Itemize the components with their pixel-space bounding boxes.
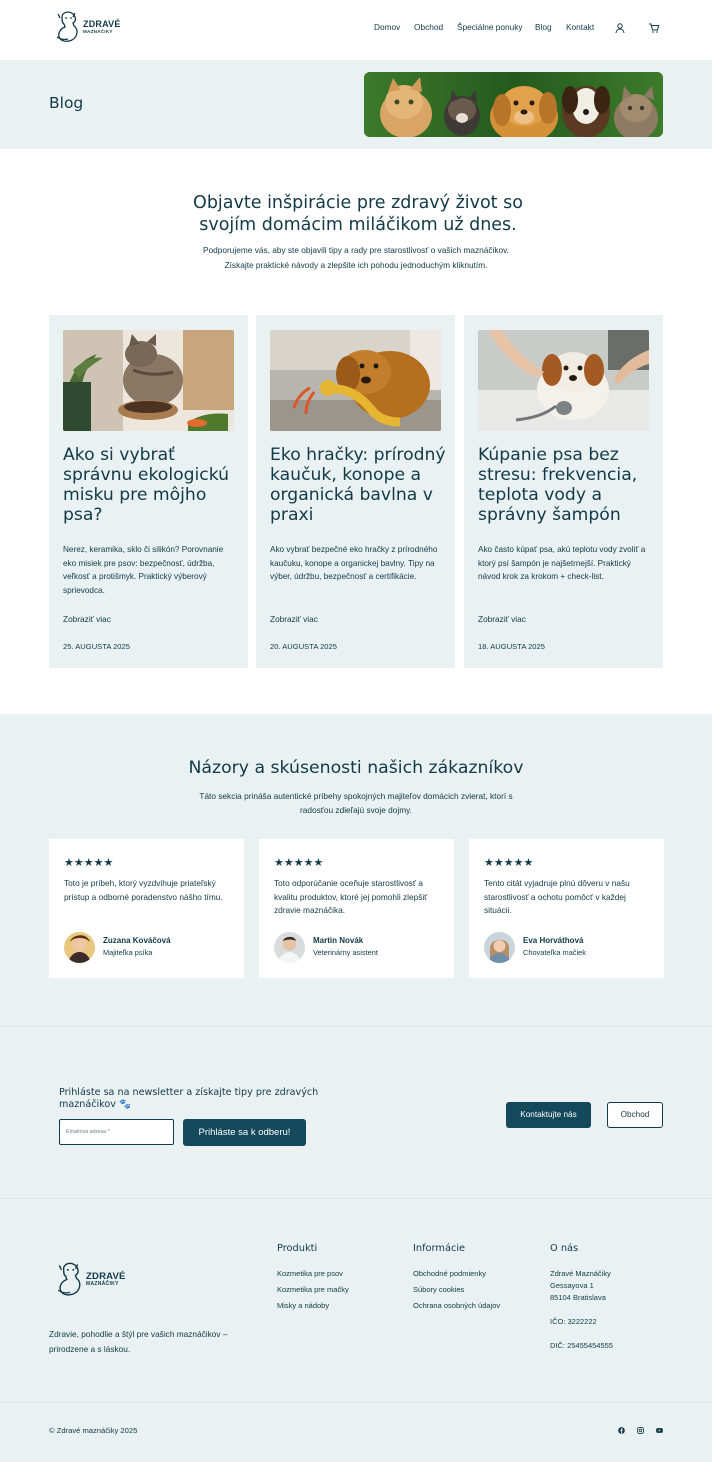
logo-line-2: MAZNÁČIKY: [83, 28, 113, 34]
footer-link[interactable]: Súbory cookies: [413, 1285, 464, 1294]
page-title: Blog: [49, 94, 84, 112]
testimonial-quote: Toto odporúčanie oceňuje starostlivosť a…: [274, 878, 428, 916]
instagram-icon[interactable]: [637, 1427, 644, 1434]
read-more-link[interactable]: Zobraziť viac: [478, 614, 526, 624]
logo-line-2: MAZNÁČIKY: [86, 1281, 119, 1288]
main-nav: Domov Obchod Špeciálne ponuky Blog Konta…: [374, 21, 600, 33]
post-excerpt: Ako vybrať bezpečné eko hračky z prírodn…: [270, 545, 438, 582]
email-input[interactable]: Emailová adresa *: [59, 1119, 174, 1145]
rating-stars: ★★★★★: [64, 856, 114, 869]
post-date: 25. AUGUSTA 2025: [63, 642, 130, 651]
post-title[interactable]: Ako si vybrať správnu ekologickú misku p…: [63, 445, 241, 525]
company-name: Zdravé Maznáčiky: [550, 1269, 611, 1278]
dog-cat-logo-icon: [56, 11, 78, 42]
post-title[interactable]: Kúpanie psa bez stresu: frekvencia, tepl…: [478, 445, 656, 525]
post-excerpt: Nerez, keramika, sklo či silikón? Porovn…: [63, 545, 224, 596]
nav-item-domov[interactable]: Domov: [374, 21, 414, 33]
rating-stars: ★★★★★: [484, 856, 534, 869]
facebook-icon[interactable]: [618, 1427, 625, 1434]
avatar: [484, 932, 515, 963]
contact-button[interactable]: Kontaktujte nás: [506, 1102, 591, 1128]
copyright: © Zdravé maznáčiky 2025: [49, 1426, 138, 1435]
cart-icon[interactable]: [648, 22, 660, 34]
footer-heading-info: Informácie: [413, 1243, 466, 1254]
testimonial-role: Majiteľka psíka: [103, 948, 153, 957]
footer-link[interactable]: Obchodné podmienky: [413, 1269, 486, 1278]
read-more-link[interactable]: Zobraziť viac: [270, 614, 318, 624]
post-image-cat-bowl[interactable]: [63, 330, 234, 431]
footer-heading-about: O nás: [550, 1243, 579, 1254]
testimonial-name: Eva Horváthová: [523, 936, 584, 945]
avatar: [274, 932, 305, 963]
rating-stars: ★★★★★: [274, 856, 324, 869]
logo[interactable]: ZDRAVÉ MAZNÁČIKY: [54, 11, 121, 43]
logo-line-1: ZDRAVÉ: [83, 18, 121, 29]
hero-pets-image: [364, 72, 663, 137]
nav-item-kontakt[interactable]: Kontakt: [566, 21, 600, 33]
site-header: ZDRAVÉ MAZNÁČIKY Domov Obchod Špeciálne …: [0, 0, 712, 60]
shop-button[interactable]: Obchod: [607, 1102, 663, 1128]
footer-link[interactable]: Ochrana osobných údajov: [413, 1301, 500, 1310]
company-dic: DIČ: 25455454555: [550, 1341, 613, 1350]
testimonial-name: Martin Novák: [313, 936, 364, 945]
company-city: 85104 Bratislava: [550, 1293, 606, 1302]
youtube-icon[interactable]: [656, 1427, 663, 1434]
post-image-dog-toy[interactable]: [270, 330, 441, 431]
nav-item-obchod[interactable]: Obchod: [414, 21, 457, 33]
testimonial-card: ★★★★★ Toto odporúčanie oceňuje starostli…: [259, 839, 454, 978]
testimonial-card: ★★★★★ Tento citát vyjadruje plnú dôveru …: [469, 839, 664, 978]
blog-card[interactable]: Eko hračky: prírodný kaučuk, konope a or…: [256, 315, 455, 668]
read-more-link[interactable]: Zobraziť viac: [63, 614, 111, 624]
logo-line-1: ZDRAVÉ: [86, 1270, 126, 1282]
newsletter-section: [0, 1026, 712, 1198]
testimonials-text: Táto sekcia prináša autentické príbehy s…: [199, 791, 513, 815]
company-street: Gessayova 1: [550, 1281, 594, 1290]
footer-link[interactable]: Kozmetika pre psov: [277, 1269, 343, 1278]
intro-heading: Objavte inšpirácie pre zdravý život so s…: [193, 193, 523, 235]
nav-item-specialne-ponuky[interactable]: Špeciálne ponuky: [457, 21, 535, 33]
post-date: 18. AUGUSTA 2025: [478, 642, 545, 651]
testimonial-quote: Tento citát vyjadruje plnú dôveru v našu…: [484, 878, 630, 916]
blog-card[interactable]: Ako si vybrať správnu ekologickú misku p…: [49, 315, 248, 668]
subscribe-button[interactable]: Prihláste sa k odberu!: [183, 1119, 306, 1146]
footer-link[interactable]: Kozmetika pre mačky: [277, 1285, 349, 1294]
post-date: 20. AUGUSTA 2025: [270, 642, 337, 651]
post-excerpt: Ako často kúpať psa, akú teplotu vody zv…: [478, 545, 646, 582]
testimonial-quote: Toto je príbeh, ktorý vyzdvihuje priateľ…: [64, 878, 223, 902]
avatar: [64, 932, 95, 963]
footer-link[interactable]: Misky a nádoby: [277, 1301, 329, 1310]
post-title[interactable]: Eko hračky: prírodný kaučuk, konope a or…: [270, 445, 448, 525]
company-ico: IČO: 3222222: [550, 1317, 597, 1326]
footer-logo[interactable]: ZDRAVÉ MAZNÁČIKY: [55, 1262, 126, 1297]
testimonial-card: ★★★★★ Toto je príbeh, ktorý vyzdvihuje p…: [49, 839, 244, 978]
footer-heading-products: Produkti: [277, 1243, 318, 1254]
testimonial-role: Veterinárny asistent: [313, 948, 378, 957]
testimonial-role: Chovateľka mačiek: [523, 948, 586, 957]
nav-item-blog[interactable]: Blog: [535, 21, 566, 33]
testimonial-name: Zuzana Kováčová: [103, 936, 171, 945]
intro-text: Podporujeme vás, aby ste objavili tipy a…: [203, 245, 509, 270]
newsletter-heading: Prihláste sa na newsletter a získajte ti…: [59, 1087, 319, 1110]
post-image-dog-bath[interactable]: [478, 330, 649, 431]
footer-tagline: Zdravie, pohodlie a štýl pre vašich mazn…: [49, 1329, 228, 1354]
testimonials-heading: Názory a skúsenosti našich zákazníkov: [188, 758, 524, 778]
user-icon[interactable]: [614, 22, 626, 34]
blog-card[interactable]: Kúpanie psa bez stresu: frekvencia, tepl…: [464, 315, 663, 668]
dog-cat-logo-icon: [57, 1262, 81, 1296]
